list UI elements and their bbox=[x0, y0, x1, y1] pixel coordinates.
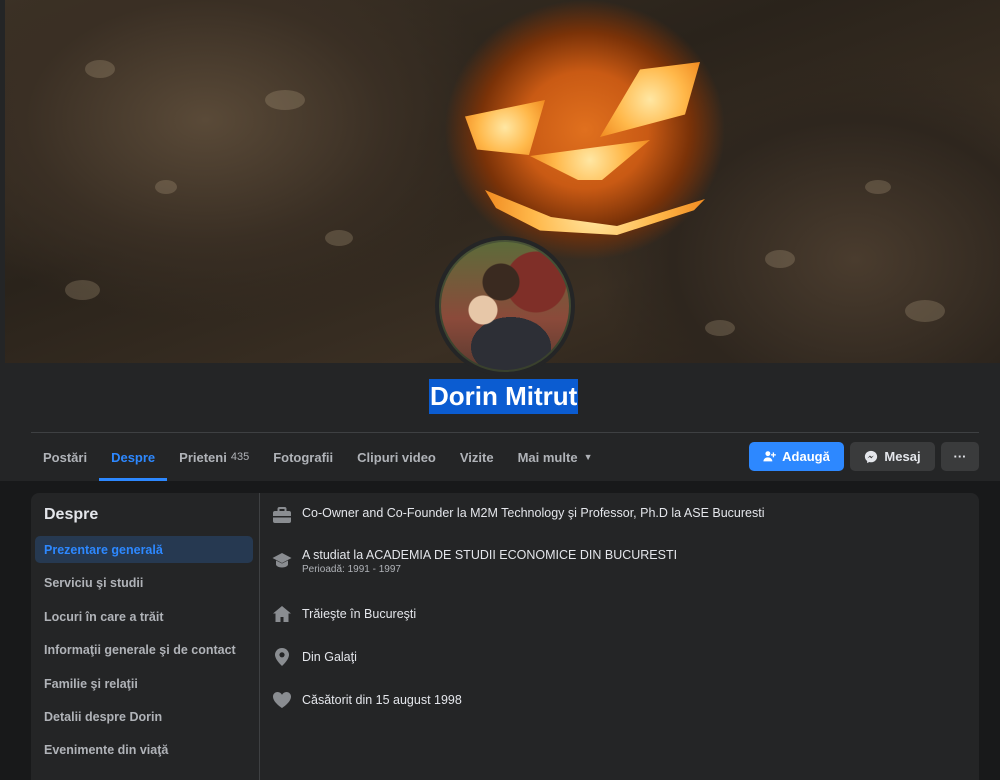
tab-friends[interactable]: Prieteni 435 bbox=[167, 433, 261, 481]
graduation-cap-icon bbox=[271, 549, 293, 571]
tab-label: Vizite bbox=[459, 449, 494, 465]
education-row: A studiat la ACADEMIA DE STUDII ECONOMIC… bbox=[271, 547, 677, 577]
tab-photos[interactable]: Fotografii bbox=[261, 433, 345, 481]
messenger-icon bbox=[865, 450, 878, 463]
work-text: Co-Owner and Co-Founder la M2M Technolog… bbox=[302, 506, 765, 520]
sidebar-item-life-events[interactable]: Evenimente din viaţă bbox=[35, 736, 253, 763]
tab-check-ins[interactable]: Vizite bbox=[448, 433, 506, 481]
home-icon bbox=[271, 603, 293, 625]
profile-avatar[interactable] bbox=[435, 236, 575, 376]
tab-label: Fotografii bbox=[273, 449, 334, 465]
tab-label: Despre bbox=[111, 449, 156, 465]
pumpkin-eye-left bbox=[465, 100, 545, 155]
sidebar-item-contact-info[interactable]: Informaţii generale şi de contact bbox=[35, 636, 253, 663]
relationship-row: Căsătorit din 15 august 1998 bbox=[271, 689, 462, 711]
relationship-text: Căsătorit din 15 august 1998 bbox=[302, 693, 462, 707]
tab-label: Clipuri video bbox=[357, 449, 436, 465]
friends-count: 435 bbox=[230, 451, 250, 463]
sidebar-item-details[interactable]: Detalii despre Dorin bbox=[35, 703, 253, 730]
tab-label: Mai multe bbox=[517, 449, 578, 465]
more-actions-button[interactable]: ··· bbox=[941, 442, 979, 471]
heart-icon bbox=[271, 689, 293, 711]
lives-in-row: Trăieşte în Bucureşti bbox=[271, 603, 416, 625]
message-label: Mesaj bbox=[884, 449, 921, 464]
pumpkin-mouth bbox=[485, 190, 705, 235]
tab-about[interactable]: Despre bbox=[99, 433, 168, 481]
tab-label: Postări bbox=[43, 449, 88, 465]
pumpkin-eye-right bbox=[600, 62, 700, 137]
from-row: Din Galaţi bbox=[271, 646, 357, 668]
education-text: A studiat la ACADEMIA DE STUDII ECONOMIC… bbox=[302, 548, 678, 562]
about-sidebar: Despre Prezentare generală Serviciu şi s… bbox=[31, 493, 260, 780]
sidebar-item-places-lived[interactable]: Locuri în care a trăit bbox=[35, 603, 253, 630]
caret-down-icon: ▼ bbox=[583, 452, 593, 462]
pumpkin-nose bbox=[530, 140, 650, 180]
tab-more[interactable]: Mai multe ▼ bbox=[506, 433, 605, 481]
lives-in-text: Trăieşte în Bucureşti bbox=[302, 607, 417, 621]
from-text: Din Galaţi bbox=[302, 650, 357, 664]
profile-tabs: Postări Despre Prieteni 435 Fotografii Cl… bbox=[31, 433, 604, 481]
more-dots-icon: ··· bbox=[953, 449, 967, 464]
about-overview: Co-Owner and Co-Founder la M2M Technolog… bbox=[271, 493, 971, 780]
add-friend-label: Adaugă bbox=[782, 449, 830, 464]
about-card: Despre Prezentare generală Serviciu şi s… bbox=[31, 493, 979, 780]
tab-posts[interactable]: Postări bbox=[31, 433, 99, 481]
profile-name: Dorin Mitrut bbox=[429, 379, 579, 414]
education-period: Perioadă: 1991 - 1997 bbox=[302, 564, 401, 575]
add-friend-button[interactable]: Adaugă bbox=[749, 442, 844, 471]
tab-label: Prieteni bbox=[179, 449, 227, 465]
tab-videos[interactable]: Clipuri video bbox=[345, 433, 448, 481]
add-friend-icon bbox=[763, 451, 776, 462]
work-row: Co-Owner and Co-Founder la M2M Technolog… bbox=[271, 505, 764, 527]
briefcase-icon bbox=[271, 505, 293, 527]
location-pin-icon bbox=[271, 646, 293, 668]
about-title: Despre bbox=[44, 506, 99, 523]
sidebar-item-work-education[interactable]: Serviciu şi studii bbox=[35, 569, 253, 596]
sidebar-item-family[interactable]: Familie şi relaţii bbox=[35, 670, 253, 697]
sidebar-item-overview[interactable]: Prezentare generală bbox=[35, 536, 253, 563]
message-button[interactable]: Mesaj bbox=[850, 442, 935, 471]
avatar-photo bbox=[441, 242, 569, 370]
